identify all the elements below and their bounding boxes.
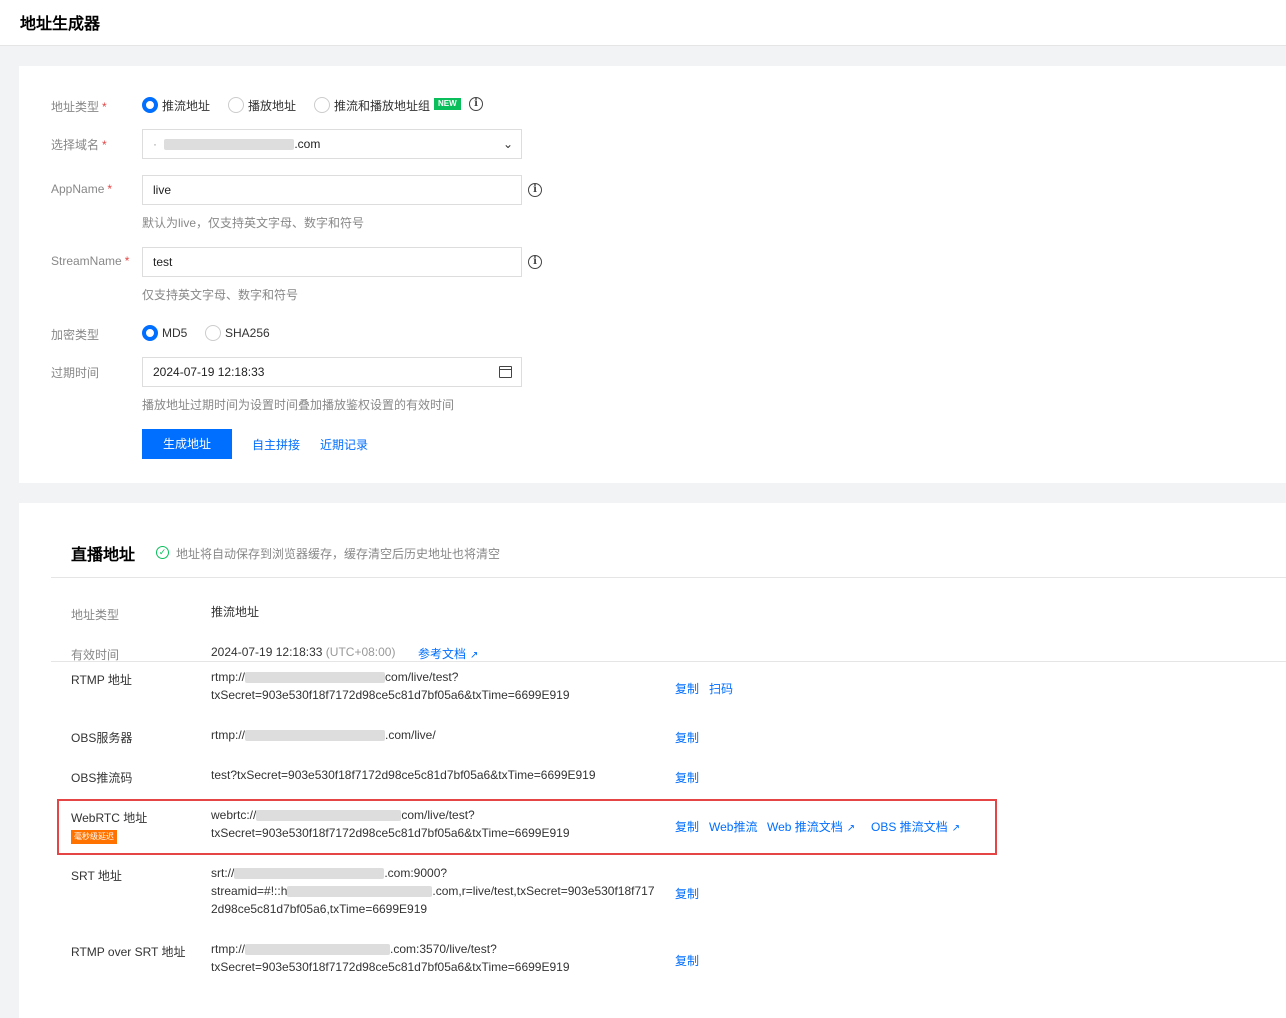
masked-domain — [234, 868, 385, 880]
expire-time-label: 过期时间 — [51, 366, 100, 380]
webrtc-address: webrtc://com/live/test? txSecret=903e530… — [211, 808, 570, 840]
radio-push-address-label[interactable]: 推流地址 — [162, 97, 210, 114]
recent-records-link[interactable]: 近期记录 — [320, 436, 368, 453]
web-push-doc-link[interactable]: Web 推流文档 ↗ — [767, 818, 855, 835]
obs-push-doc-link[interactable]: OBS 推流文档 ↗ — [871, 818, 960, 835]
page-header: 地址生成器 — [0, 0, 1286, 46]
result-type-value: 推流地址 — [211, 605, 260, 619]
address-type-label: 地址类型 * — [51, 100, 107, 114]
webrtc-label: WebRTC 地址 — [71, 811, 148, 825]
new-badge: NEW — [434, 98, 461, 110]
obs-key-value: test?txSecret=903e530f18f7172d98ce5c81d7… — [211, 768, 596, 782]
section-title: 直播地址 — [71, 547, 136, 564]
radio-push-address[interactable] — [142, 97, 158, 113]
radio-play-address[interactable] — [228, 97, 244, 113]
custom-concat-link[interactable]: 自主拼接 — [252, 436, 300, 453]
rtmp-address: rtmp://com/live/test? txSecret=903e530f1… — [211, 670, 570, 702]
row-divider — [51, 661, 1286, 662]
rtmp-label: RTMP 地址 — [71, 673, 132, 687]
encrypt-type-label: 加密类型 — [51, 328, 100, 342]
appname-hint: 默认为live，仅支持英文字母、数字和符号 — [142, 216, 365, 230]
streamname-hint: 仅支持英文字母、数字和符号 — [142, 288, 299, 302]
streamname-info-icon[interactable]: i — [528, 255, 542, 269]
obs-server-label: OBS服务器 — [71, 731, 133, 745]
live-address-card: 直播地址 ✓ 地址将自动保存到浏览器缓存，缓存清空后历史地址也将清空 地址类型 … — [19, 503, 1286, 1018]
generator-form-card: 地址类型 * 推流地址 播放地址 推流和播放地址组 NEW i 选择域名 * · .… — [19, 66, 1286, 483]
check-circle-icon: ✓ — [156, 546, 169, 559]
chevron-down-icon: ⌄ — [502, 137, 513, 151]
obs-server-copy-button[interactable]: 复制 — [675, 729, 699, 746]
section-divider — [51, 577, 1286, 578]
result-valid-value: 2024-07-19 12:18:33 (UTC+08:00) — [211, 645, 396, 659]
radio-push-play-group[interactable] — [314, 97, 330, 113]
expire-hint: 播放地址过期时间为设置时间叠加播放鉴权设置的有效时间 — [142, 398, 455, 412]
reference-doc-link[interactable]: 参考文档 ↗ — [418, 645, 478, 662]
rtmp-over-srt-address: rtmp://.com:3570/live/test? txSecret=903… — [211, 942, 570, 974]
radio-play-address-label[interactable]: 播放地址 — [248, 97, 296, 114]
radio-md5-label[interactable]: MD5 — [162, 326, 187, 340]
expire-time-input[interactable]: 2024-07-19 12:18:33 — [142, 357, 522, 387]
rtmp-over-srt-copy-button[interactable]: 复制 — [675, 952, 699, 969]
info-icon[interactable]: i — [469, 97, 483, 111]
generate-button[interactable]: 生成地址 — [142, 429, 232, 459]
masked-domain — [287, 886, 433, 898]
external-link-icon: ↗ — [846, 823, 856, 834]
masked-domain — [245, 672, 386, 684]
masked-domain — [256, 810, 402, 822]
srt-address: srt://.com:9000? streamid=#!::h .com,r=li… — [211, 866, 655, 916]
web-push-button[interactable]: Web推流 — [709, 818, 757, 835]
masked-domain — [245, 730, 386, 742]
radio-md5[interactable] — [142, 325, 158, 341]
streamname-label: StreamName * — [51, 254, 130, 268]
masked-domain — [164, 139, 295, 151]
external-link-icon: ↗ — [951, 823, 961, 834]
streamname-input[interactable]: test — [142, 247, 522, 277]
appname-label: AppName * — [51, 182, 113, 196]
rtmp-copy-button[interactable]: 复制 — [675, 680, 699, 697]
result-type-label: 地址类型 — [71, 608, 120, 622]
radio-sha256-label[interactable]: SHA256 — [225, 326, 270, 340]
radio-push-play-group-label[interactable]: 推流和播放地址组 — [334, 97, 430, 114]
page-title: 地址生成器 — [20, 16, 101, 33]
masked-domain — [245, 944, 391, 956]
radio-sha256[interactable] — [205, 325, 221, 341]
srt-label: SRT 地址 — [71, 869, 122, 883]
low-latency-badge: 毫秒级延迟 — [71, 830, 117, 844]
srt-copy-button[interactable]: 复制 — [675, 885, 699, 902]
domain-label: 选择域名 * — [51, 138, 107, 152]
obs-server-address: rtmp://.com/live/ — [211, 728, 436, 742]
calendar-icon — [499, 366, 512, 378]
rtmp-over-srt-label: RTMP over SRT 地址 — [71, 945, 186, 959]
obs-key-label: OBS推流码 — [71, 771, 133, 785]
rtmp-scan-button[interactable]: 扫码 — [709, 680, 733, 697]
webrtc-copy-button[interactable]: 复制 — [675, 818, 699, 835]
cache-notice: 地址将自动保存到浏览器缓存，缓存清空后历史地址也将清空 — [176, 547, 501, 561]
obs-key-copy-button[interactable]: 复制 — [675, 769, 699, 786]
appname-info-icon[interactable]: i — [528, 183, 542, 197]
domain-select[interactable]: · .com ⌄ — [142, 129, 522, 159]
appname-input[interactable]: live — [142, 175, 522, 205]
external-link-icon: ↗ — [470, 650, 479, 661]
